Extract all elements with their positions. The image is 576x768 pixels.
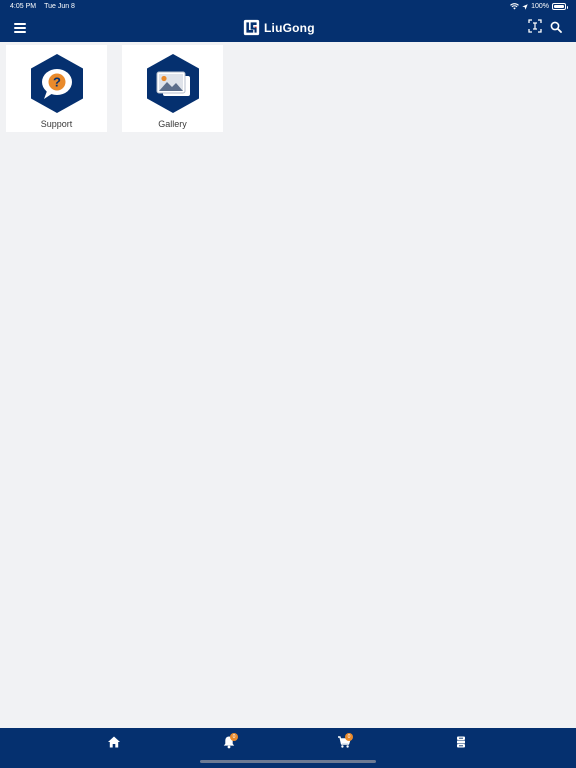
svg-text:?: ? <box>53 75 61 90</box>
liugong-logo: LiuGong <box>243 19 315 36</box>
home-indicator <box>200 760 376 763</box>
home-icon[interactable] <box>107 735 121 749</box>
gallery-image-icon <box>147 54 199 113</box>
status-time: 4:05 PM <box>10 3 37 10</box>
scan-icon[interactable] <box>528 19 542 33</box>
wifi-icon <box>510 3 519 10</box>
brand-name: LiuGong <box>264 20 315 35</box>
battery-icon <box>552 3 568 10</box>
cart-badge: 0 <box>345 733 353 741</box>
status-bar-right: 100% <box>510 3 568 10</box>
notification-badge: 0 <box>230 733 238 741</box>
status-bar-left: 4:05 PM Tue Jun 8 <box>10 3 75 10</box>
battery-percentage: 100% <box>531 3 549 10</box>
top-bar: 4:05 PM Tue Jun 8 100% LiuGong <box>0 0 576 42</box>
search-icon[interactable] <box>550 21 562 33</box>
menu-icon[interactable] <box>14 23 26 33</box>
liugong-logo-mark <box>243 19 260 36</box>
location-arrow-icon <box>522 3 528 10</box>
support-question-icon: ? <box>31 54 83 113</box>
tile-label: Support <box>40 119 73 129</box>
tile-label: Gallery <box>158 119 187 129</box>
gallery-tile[interactable]: Gallery <box>122 45 223 132</box>
support-tile[interactable]: ? Support <box>6 45 107 132</box>
status-date: Tue Jun 8 <box>44 3 75 10</box>
machine-icon[interactable] <box>454 735 468 749</box>
